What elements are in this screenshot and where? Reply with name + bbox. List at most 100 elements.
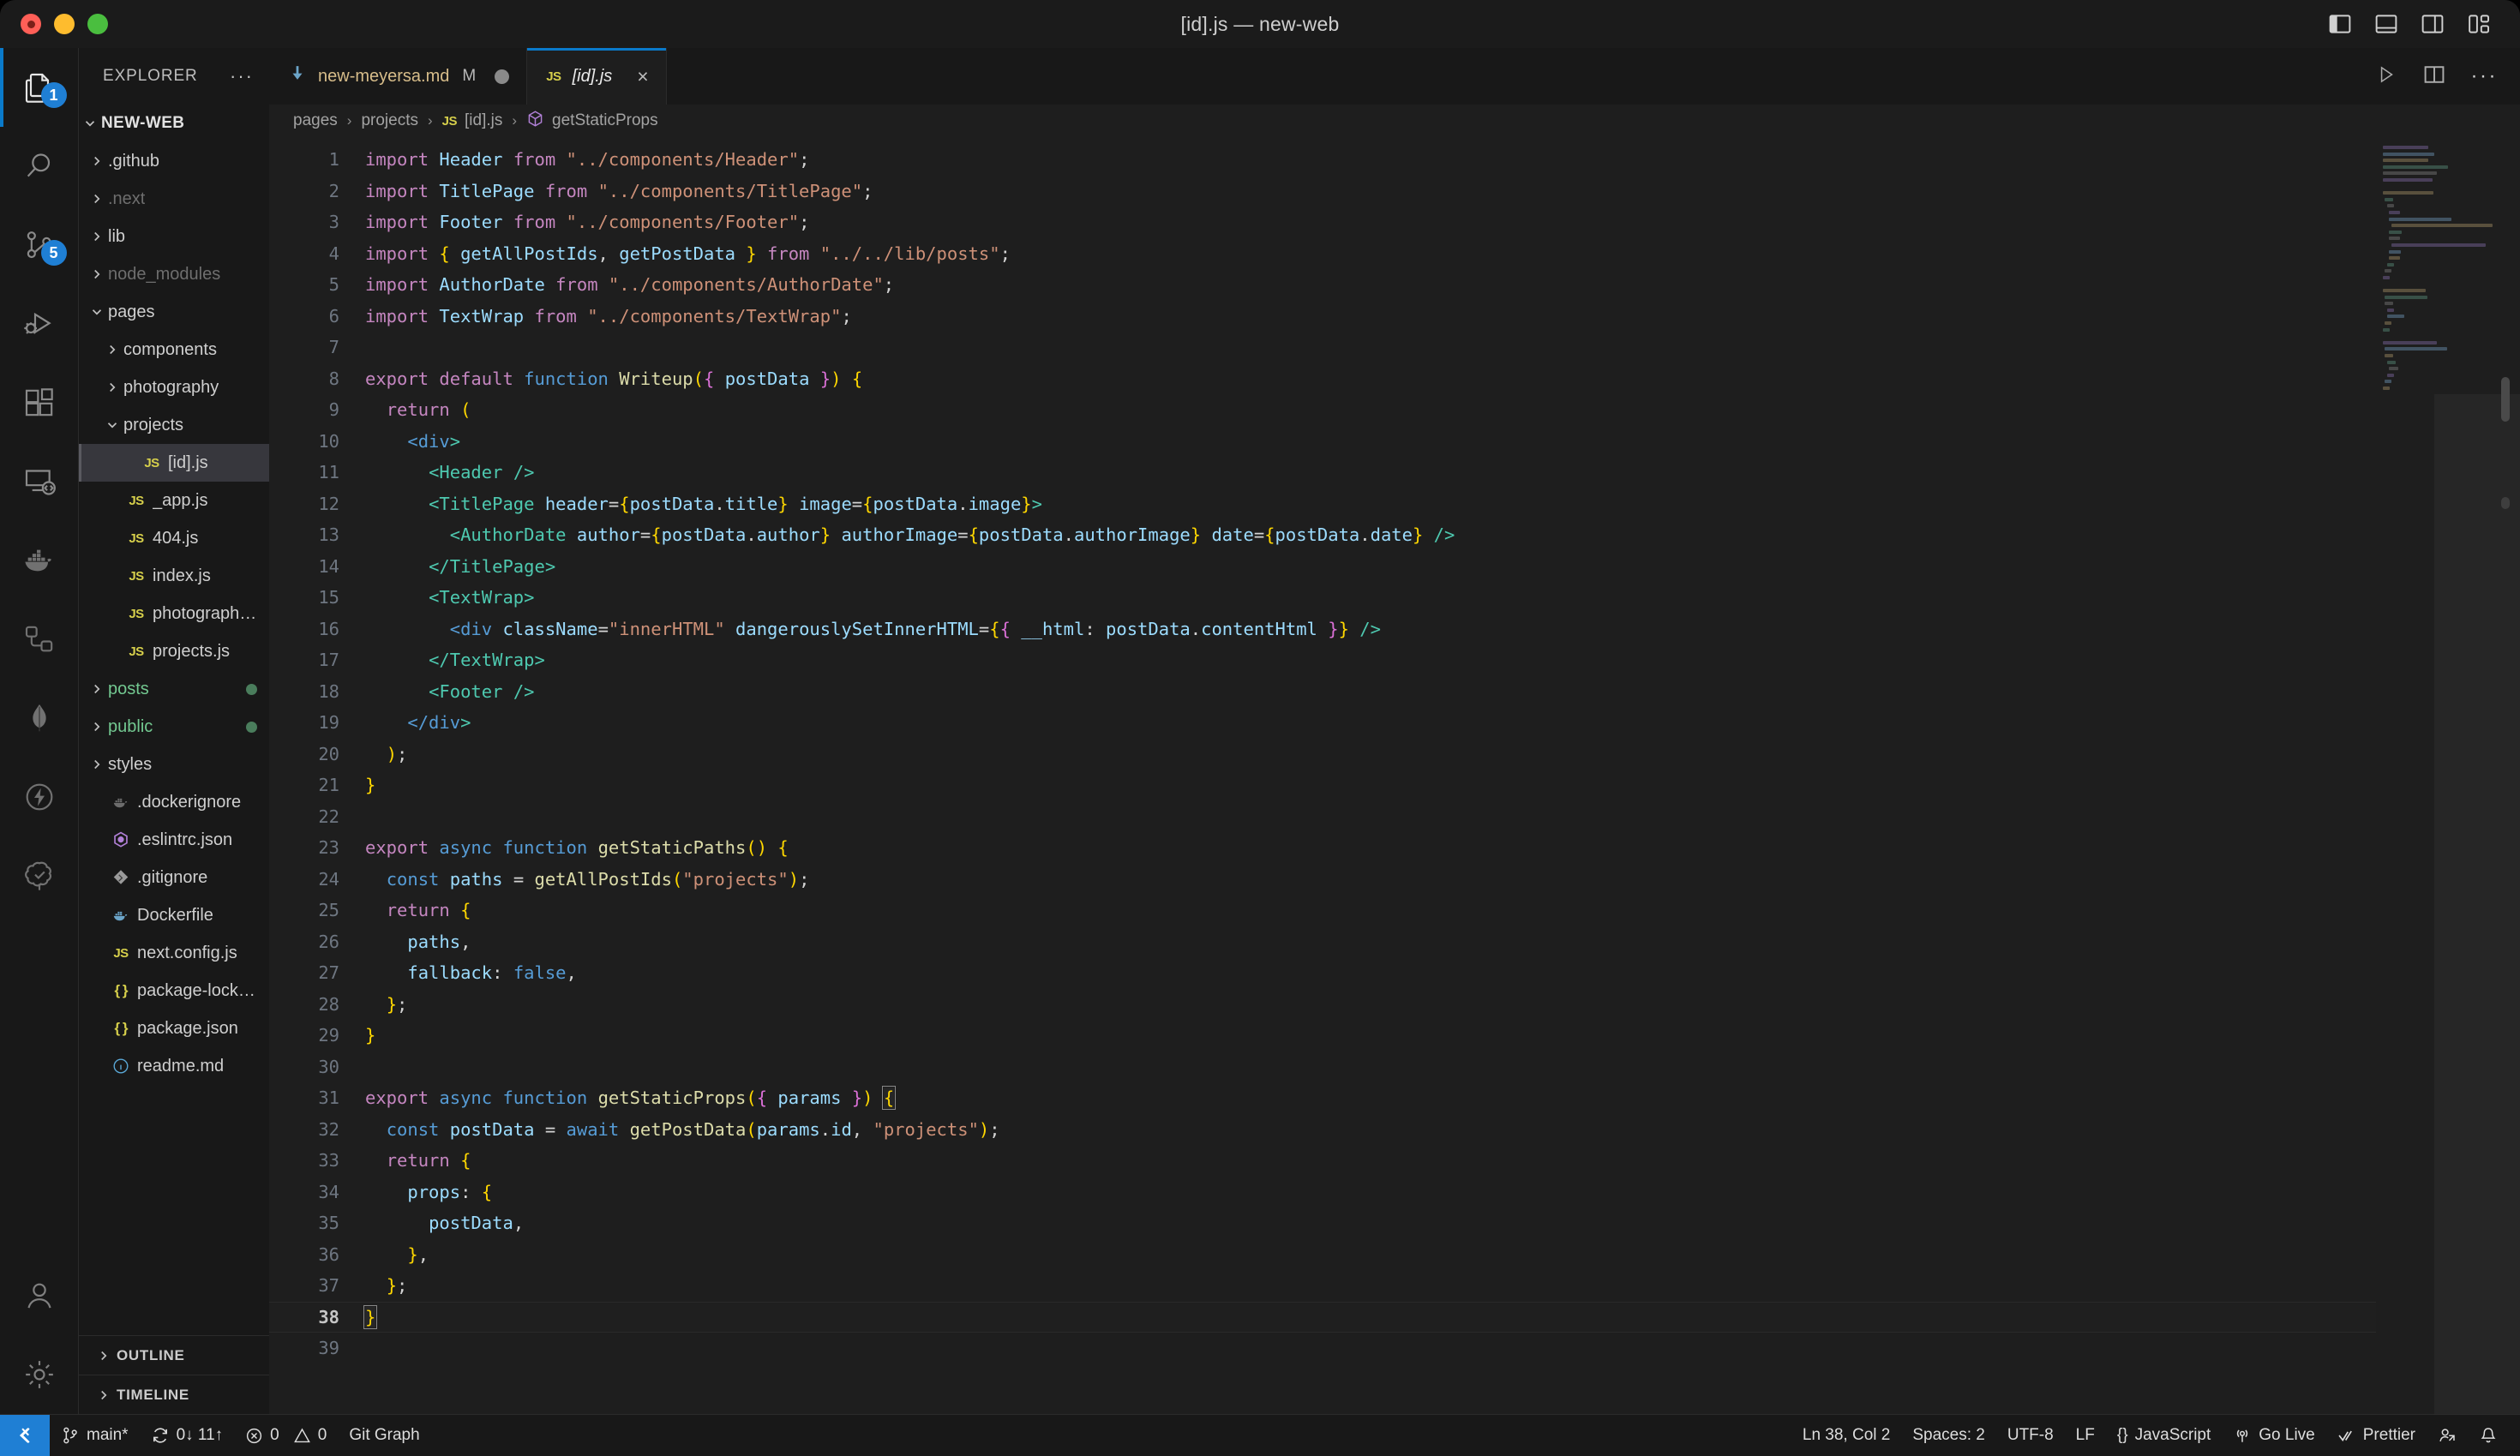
sidebar-item-run-and-debug[interactable] <box>0 285 79 363</box>
status-encoding[interactable]: UTF-8 <box>1996 1415 2065 1456</box>
code-line[interactable]: 26 paths, <box>269 926 2376 958</box>
sidebar-item-search[interactable] <box>0 127 79 206</box>
tree-file-next-config-js[interactable]: JS next.config.js <box>79 934 269 972</box>
code-line[interactable]: 22 <box>269 801 2376 833</box>
tree-file-package-lock-json[interactable]: { } package-lock.json <box>79 972 269 1010</box>
outline-panel-header[interactable]: OUTLINE <box>79 1335 269 1375</box>
tree-file-photography-js[interactable]: JS photography.js <box>79 595 269 632</box>
code-line[interactable]: 32 const postData = await getPostData(pa… <box>269 1114 2376 1146</box>
sidebar-item-todo-tree[interactable] <box>0 836 79 915</box>
status-branch[interactable]: main* <box>50 1415 140 1456</box>
tab-id-js[interactable]: JS [id].js × <box>527 48 667 105</box>
code-line[interactable]: 25 return { <box>269 895 2376 926</box>
ellipsis-icon[interactable]: ··· <box>2471 66 2498 87</box>
tree-folder-photography[interactable]: photography <box>79 368 269 406</box>
status-notifications[interactable] <box>2468 1415 2520 1456</box>
code-line[interactable]: 11 <Header /> <box>269 457 2376 488</box>
code-editor[interactable]: 1 import Header from "../components/Heade… <box>269 137 2520 1414</box>
tab-new-meyersa-md[interactable]: new-meyersa.md M <box>269 48 528 105</box>
code-line[interactable]: 10 <div> <box>269 426 2376 458</box>
scrollbar-thumb-secondary[interactable] <box>2501 497 2510 509</box>
code-line[interactable]: 34 props: { <box>269 1177 2376 1208</box>
code-content[interactable]: 1 import Header from "../components/Heade… <box>269 137 2376 1364</box>
tree-folder-components[interactable]: components <box>79 331 269 368</box>
code-line[interactable]: 7 <box>269 332 2376 363</box>
tree-file-projects-js[interactable]: JS projects.js <box>79 632 269 670</box>
code-line[interactable]: 14 </TitlePage> <box>269 551 2376 583</box>
code-line[interactable]: 39 <box>269 1333 2376 1364</box>
code-line[interactable]: 30 <box>269 1052 2376 1083</box>
tree-folder-projects[interactable]: projects <box>79 406 269 444</box>
code-line[interactable]: 1 import Header from "../components/Heade… <box>269 144 2376 176</box>
code-line[interactable]: 15 <TextWrap> <box>269 582 2376 614</box>
sidebar-item-kubernetes[interactable] <box>0 600 79 679</box>
status-eol[interactable]: LF <box>2065 1415 2106 1456</box>
tree-file-package-json[interactable]: { } package.json <box>79 1010 269 1047</box>
status-cursor-position[interactable]: Ln 38, Col 2 <box>1791 1415 1901 1456</box>
sidebar-item-extensions[interactable] <box>0 363 79 442</box>
tree-folder-public[interactable]: public <box>79 708 269 746</box>
minimap[interactable] <box>2376 137 2520 1414</box>
toggle-panel-icon[interactable] <box>2374 12 2398 36</box>
code-line[interactable]: 29} <box>269 1020 2376 1052</box>
code-line[interactable]: 16 <div className="innerHTML" dangerousl… <box>269 614 2376 645</box>
code-line[interactable]: 4 import { getAllPostIds, getPostData } f… <box>269 238 2376 270</box>
code-line[interactable]: 27 fallback: false, <box>269 957 2376 989</box>
file-tree[interactable]: NEW-WEB .github .next lib node_modules pages… <box>79 105 269 1335</box>
close-window-button[interactable] <box>21 14 41 34</box>
split-editor-icon[interactable] <box>2423 63 2445 90</box>
close-icon[interactable]: × <box>637 66 648 87</box>
tree-file-id-js[interactable]: JS [id].js <box>79 444 269 482</box>
status-problems[interactable]: 0 0 <box>234 1415 338 1456</box>
gear-icon[interactable] <box>0 1335 79 1414</box>
status-remote-account[interactable] <box>2427 1415 2468 1456</box>
breadcrumb-item-pages[interactable]: pages <box>293 111 338 130</box>
breadcrumb-item-symbol[interactable]: getStaticProps <box>526 110 658 133</box>
code-line[interactable]: 31 export async function getStaticProps({… <box>269 1082 2376 1114</box>
tree-folder-pages[interactable]: pages <box>79 293 269 331</box>
tree-folder-node-modules[interactable]: node_modules <box>79 255 269 293</box>
code-line[interactable]: 17 </TextWrap> <box>269 644 2376 676</box>
code-line[interactable]: 2 import TitlePage from "../components/Ti… <box>269 176 2376 207</box>
tree-folder-next[interactable]: .next <box>79 180 269 218</box>
tree-file-index-js[interactable]: JS index.js <box>79 557 269 595</box>
code-line[interactable]: 12 <TitlePage header={postData.title} im… <box>269 488 2376 520</box>
code-line[interactable]: 33 return { <box>269 1145 2376 1177</box>
code-line[interactable]: 20 ); <box>269 739 2376 770</box>
tree-file-eslintrc-json[interactable]: .eslintrc.json <box>79 821 269 859</box>
tree-file-readme-md[interactable]: readme.md <box>79 1047 269 1085</box>
accounts-button[interactable] <box>0 1256 79 1335</box>
status-go-live[interactable]: Go Live <box>2222 1415 2325 1456</box>
code-line[interactable]: 28 }; <box>269 989 2376 1021</box>
sidebar-item-explorer[interactable]: 1 <box>0 48 79 127</box>
code-line[interactable]: 5 import AuthorDate from "../components/A… <box>269 269 2376 301</box>
code-line[interactable]: 37 }; <box>269 1270 2376 1302</box>
code-line[interactable]: 19 </div> <box>269 707 2376 739</box>
maximize-window-button[interactable] <box>87 14 108 34</box>
code-scroll-area[interactable]: 1 import Header from "../components/Heade… <box>269 137 2376 1414</box>
sidebar-item-remote-explorer[interactable] <box>0 442 79 521</box>
tree-file-dockerfile[interactable]: Dockerfile <box>79 896 269 934</box>
tree-folder-styles[interactable]: styles <box>79 746 269 783</box>
sidebar-item-mongodb[interactable] <box>0 679 79 758</box>
sidebar-item-source-control[interactable]: 5 <box>0 206 79 285</box>
code-line[interactable]: 18 <Footer /> <box>269 676 2376 708</box>
toggle-secondary-sidebar-icon[interactable] <box>2421 12 2445 36</box>
code-line[interactable]: 24 const paths = getAllPostIds("projects… <box>269 864 2376 896</box>
tree-folder-lib[interactable]: lib <box>79 218 269 255</box>
breadcrumb-item-projects[interactable]: projects <box>361 111 418 130</box>
toggle-primary-sidebar-icon[interactable] <box>2328 12 2352 36</box>
customize-layout-icon[interactable] <box>2467 12 2491 36</box>
code-line[interactable]: 21} <box>269 770 2376 801</box>
code-line[interactable]: 8 export default function Writeup({ postD… <box>269 363 2376 395</box>
play-icon[interactable] <box>2375 63 2397 90</box>
minimize-window-button[interactable] <box>54 14 75 34</box>
tree-file-dockerignore[interactable]: .dockerignore <box>79 783 269 821</box>
explorer-more-actions-button[interactable]: ··· <box>230 67 254 86</box>
code-line[interactable]: 9 return ( <box>269 394 2376 426</box>
code-line[interactable]: 6 import TextWrap from "../components/Tex… <box>269 301 2376 333</box>
code-line[interactable]: 35 postData, <box>269 1207 2376 1239</box>
sidebar-item-thunder-client[interactable] <box>0 758 79 836</box>
tree-file-app-js[interactable]: JS _app.js <box>79 482 269 519</box>
status-git-graph[interactable]: Git Graph <box>338 1415 430 1456</box>
